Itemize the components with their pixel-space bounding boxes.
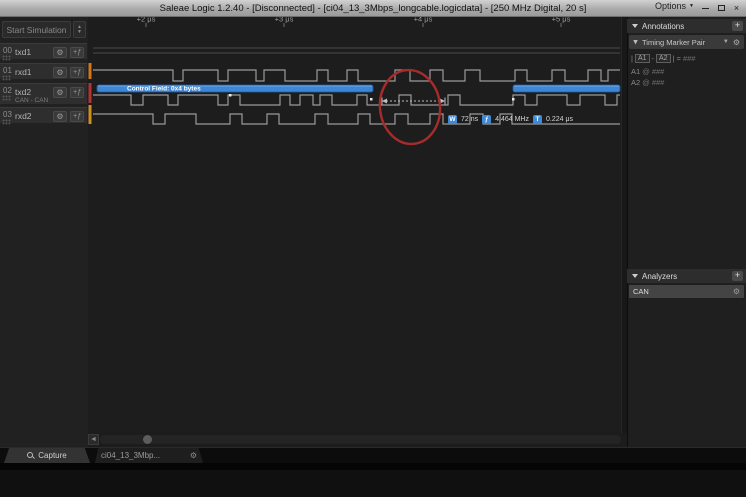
marker-delta-line: | A1 - A2 | = ###: [631, 54, 743, 63]
channel-grip[interactable]: [2, 95, 11, 101]
channel-name: rxd1: [15, 67, 32, 77]
svg-text:+3 μs: +3 μs: [275, 17, 294, 24]
channel-name: txd2: [15, 87, 31, 97]
app-window: Start Simulation ▲ ▼ 00 txd1 ⚙ +ƒ 01 rxd…: [0, 17, 746, 463]
analyzer-item-can[interactable]: CAN ⚙: [629, 285, 744, 298]
close-button[interactable]: ×: [730, 2, 743, 14]
add-analyzer-button[interactable]: +: [732, 271, 743, 281]
scroll-left-button[interactable]: ◄: [88, 434, 99, 445]
channel-number: 01: [3, 66, 12, 75]
a2-chip[interactable]: A2: [656, 54, 671, 63]
window-title: Saleae Logic 1.2.40 - [Disconnected] - […: [0, 3, 746, 14]
channel-analyzer-label: CAN - CAN: [15, 97, 48, 104]
maximize-icon: [718, 5, 725, 11]
frequency-badge-icon: ƒ: [482, 115, 491, 124]
simulation-options-button[interactable]: ▲ ▼: [73, 21, 86, 38]
channel-row-txd1[interactable]: 00 txd1 ⚙ +ƒ: [0, 43, 87, 59]
split-down-icon: ▼: [77, 30, 82, 35]
chevron-down-icon[interactable]: ▼: [723, 39, 729, 45]
protocol-annotation-bars: Control Field: 0x4 bytes: [97, 85, 620, 93]
svg-text:+2 μs: +2 μs: [137, 17, 156, 24]
horizontal-scrollbar-track[interactable]: [100, 435, 621, 444]
channel-grip[interactable]: [2, 55, 11, 61]
channel-name: rxd2: [15, 111, 32, 121]
svg-text:+5 μs: +5 μs: [552, 17, 571, 24]
frequency-value: 4.464 MHz: [495, 116, 529, 123]
channel-number: 03: [3, 110, 12, 119]
channel-row-rxd2[interactable]: 03 rxd2 ⚙ +ƒ: [0, 107, 87, 123]
period-badge-icon: T: [533, 115, 542, 124]
channel-settings-button[interactable]: ⚙: [53, 47, 67, 58]
capture-edge-markers: [89, 63, 92, 124]
close-icon: ×: [734, 3, 739, 13]
a1-chip[interactable]: A1: [635, 54, 650, 63]
channel-settings-button[interactable]: ⚙: [53, 67, 67, 78]
options-caret-icon: ▼: [689, 3, 694, 9]
options-menu[interactable]: Options ▼: [655, 1, 694, 11]
edge-dots: [229, 94, 515, 101]
maximize-button[interactable]: [715, 2, 728, 14]
period-value: 0.224 μs: [546, 116, 573, 123]
a2-position-line: A2 @ ###: [631, 78, 743, 87]
capture-icon: [27, 452, 34, 459]
analyzers-header[interactable]: Analyzers +: [627, 269, 746, 283]
windows-taskbar: W ^ 1:13 PM 7/25/2022: [0, 470, 746, 497]
a1-position-line: A1 @ ###: [631, 67, 743, 76]
start-simulation-button[interactable]: Start Simulation: [2, 21, 71, 38]
minimize-button[interactable]: [699, 2, 712, 14]
hover-measurements: W 72 ns ƒ 4.464 MHz T 0.224 μs: [448, 114, 573, 124]
channel-trigger-button[interactable]: +ƒ: [70, 67, 84, 78]
add-annotation-button[interactable]: +: [732, 21, 743, 31]
screen: Saleae Logic 1.2.40 - [Disconnected] - […: [0, 0, 746, 497]
channel-panel: Start Simulation ▲ ▼ 00 txd1 ⚙ +ƒ 01 rxd…: [0, 17, 88, 463]
a1-value: ###: [652, 67, 665, 76]
measure-arrow: [382, 98, 445, 105]
tab-logicdata-file[interactable]: ci04_13_3Mbp... ⚙: [95, 448, 203, 463]
delta-value: ###: [683, 54, 696, 63]
channel-grip[interactable]: [2, 75, 11, 81]
a2-value: ###: [652, 78, 665, 87]
channel-settings-button[interactable]: ⚙: [53, 111, 67, 122]
width-value: 72 ns: [461, 116, 478, 123]
channel-trigger-button[interactable]: +ƒ: [70, 87, 84, 98]
trace-txd1: [93, 48, 620, 53]
width-badge-icon: W: [448, 115, 457, 124]
minimize-icon: [702, 7, 709, 9]
channel-row-rxd1[interactable]: 01 rxd1 ⚙ +ƒ: [0, 63, 87, 79]
channel-settings-button[interactable]: ⚙: [53, 87, 67, 98]
collapse-icon: [632, 274, 638, 278]
channel-name: txd1: [15, 47, 31, 57]
channel-grip[interactable]: [2, 119, 11, 125]
tab-settings-icon[interactable]: ⚙: [190, 451, 197, 460]
trace-txd2: [93, 95, 620, 105]
pin-icon: [633, 40, 638, 45]
timing-marker-pair-row[interactable]: Timing Marker Pair ▼ ⚙: [629, 35, 744, 49]
svg-text:Control Field: 0x4 bytes: Control Field: 0x4 bytes: [127, 86, 201, 93]
trace-rxd1: [93, 70, 620, 81]
tab-capture[interactable]: Capture: [4, 448, 90, 463]
marker-settings-icon[interactable]: ⚙: [733, 38, 740, 47]
waveform-canvas[interactable]: +2 μs +3 μs +4 μs +5 μs Control Field: 0x4 b…: [88, 17, 621, 432]
annotations-header[interactable]: Annotations +: [627, 19, 746, 33]
svg-text:+4 μs: +4 μs: [414, 17, 433, 24]
collapse-icon: [632, 24, 638, 28]
channel-row-txd2[interactable]: 02 txd2 CAN - CAN ⚙ +ƒ: [0, 83, 87, 104]
channel-number: 02: [3, 86, 12, 95]
channel-number: 00: [3, 46, 12, 55]
horizontal-scrollbar-thumb[interactable]: [143, 435, 152, 444]
channel-trigger-button[interactable]: +ƒ: [70, 111, 84, 122]
channel-trigger-button[interactable]: +ƒ: [70, 47, 84, 58]
title-bar: Saleae Logic 1.2.40 - [Disconnected] - […: [0, 0, 746, 17]
desktop-gap: [0, 463, 746, 470]
ruler-ticks: +2 μs +3 μs +4 μs +5 μs: [137, 17, 571, 27]
analyzer-settings-icon[interactable]: ⚙: [733, 287, 740, 296]
